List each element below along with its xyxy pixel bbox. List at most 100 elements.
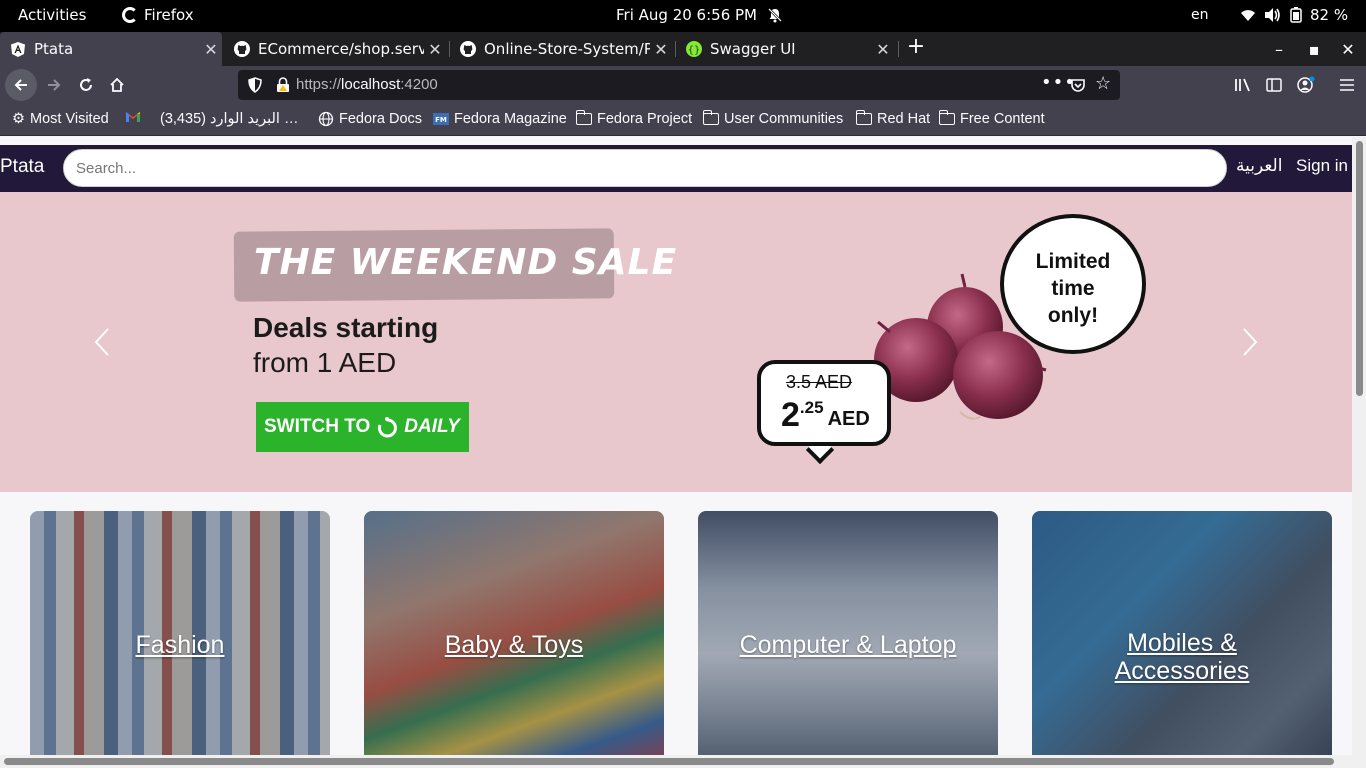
- angular-icon: [10, 41, 26, 57]
- close-tab-icon[interactable]: ✕: [872, 40, 894, 59]
- bookmark-folder-free-content[interactable]: Free Content: [938, 110, 1045, 127]
- keyboard-language[interactable]: en: [1191, 7, 1209, 23]
- close-window-button[interactable]: ✕: [1331, 32, 1365, 66]
- category-label-line: Mobiles &: [1127, 629, 1237, 657]
- bubble-line: Limited: [1035, 250, 1111, 273]
- bookmark-star-icon[interactable]: ☆: [1095, 73, 1111, 94]
- bookmark-fedora-magazine[interactable]: FM Fedora Magazine: [433, 111, 567, 127]
- bookmark-inbox[interactable]: البريد الوارد (3,435) …: [160, 111, 298, 127]
- tab-title: Swagger UI: [710, 40, 796, 58]
- hero-carousel: THE WEEKEND SALE Deals starting from 1 A…: [0, 192, 1352, 492]
- clock[interactable]: Fri Aug 20 6:56 PM: [616, 6, 757, 24]
- bubble-line: time: [1051, 277, 1095, 300]
- new-price: 2 .25 AED: [781, 396, 870, 435]
- tab-ptata[interactable]: Ptata ✕: [0, 32, 222, 66]
- folder-icon: [575, 110, 592, 125]
- new-price-whole: 2: [781, 396, 800, 434]
- github-icon: [460, 41, 476, 57]
- activities-button[interactable]: Activities: [18, 6, 86, 24]
- vertical-scrollbar[interactable]: [1352, 137, 1366, 755]
- switch-to-daily-button[interactable]: SWITCH TO DAILY: [256, 402, 469, 452]
- maximize-window-button[interactable]: ▪: [1297, 32, 1331, 66]
- app-name: Firefox: [144, 6, 194, 24]
- reload-icon: [80, 78, 92, 91]
- search-input[interactable]: [63, 149, 1227, 187]
- tracking-protection-shield-icon[interactable]: [248, 77, 262, 93]
- folder-icon: [702, 110, 719, 125]
- category-card-mobiles-accessories[interactable]: Mobiles & Accessories: [1032, 511, 1332, 755]
- bookmark-folder-red-hat[interactable]: Red Hat: [855, 110, 931, 127]
- app-menu-button[interactable]: [1333, 71, 1361, 99]
- tab-online-store[interactable]: Online-Store-System/Pro ✕: [450, 32, 672, 66]
- library-button[interactable]: [1229, 71, 1257, 99]
- category-card-fashion[interactable]: Fashion: [30, 511, 330, 755]
- bookmark-most-visited[interactable]: ⚙ Most Visited: [12, 111, 109, 127]
- reload-button[interactable]: [72, 71, 100, 99]
- deals-headline: Deals starting: [253, 312, 439, 343]
- bookmark-fedora-docs[interactable]: Fedora Docs: [318, 111, 422, 127]
- bookmark-gmail[interactable]: [125, 111, 141, 123]
- sign-in-link[interactable]: Sign in: [1296, 156, 1348, 176]
- bookmark-label: Most Visited: [30, 111, 109, 127]
- bookmark-folder-fedora-project[interactable]: Fedora Project: [575, 110, 692, 127]
- limited-time-bubble: Limited time only!: [1000, 214, 1146, 354]
- forward-button[interactable]: [40, 71, 68, 99]
- arabic-language-link[interactable]: العربية: [1236, 156, 1282, 176]
- category-card-computer-laptop[interactable]: Computer & Laptop: [698, 511, 998, 755]
- scrollbar-thumb[interactable]: [1356, 141, 1363, 396]
- category-card-baby-toys[interactable]: Baby & Toys: [364, 511, 664, 755]
- gmail-icon: [126, 112, 140, 122]
- url-host: localhost: [341, 76, 401, 93]
- carousel-prev-button[interactable]: [90, 324, 114, 360]
- close-tab-icon[interactable]: ✕: [650, 40, 672, 59]
- horizontal-scrollbar[interactable]: [0, 755, 1366, 768]
- navigation-toolbar: https://localhost:4200 ••• ☆: [0, 66, 1366, 104]
- url-bar[interactable]: https://localhost:4200 ••• ☆: [238, 70, 1120, 100]
- sale-title: THE WEEKEND SALE: [254, 242, 678, 283]
- back-button[interactable]: [5, 69, 37, 101]
- close-tab-icon[interactable]: ✕: [200, 40, 222, 59]
- site-header: Ptata العربية Sign in: [0, 145, 1352, 192]
- new-tab-button[interactable]: +: [904, 36, 928, 60]
- tab-separator: [898, 41, 899, 57]
- tab-title: Ptata: [34, 40, 74, 58]
- url-text[interactable]: https://localhost:4200: [296, 76, 438, 93]
- pocket-icon[interactable]: [1070, 77, 1086, 93]
- tab-ecommerce-shop[interactable]: ECommerce/shop.service ✕: [224, 32, 446, 66]
- home-icon: [110, 77, 124, 92]
- category-label[interactable]: Computer & Laptop: [698, 631, 998, 659]
- sidebar-button[interactable]: [1260, 71, 1288, 99]
- folder-icon: [855, 110, 872, 125]
- carousel-next-button[interactable]: [1238, 324, 1262, 360]
- minimize-window-button[interactable]: –: [1262, 32, 1296, 66]
- account-button[interactable]: [1292, 71, 1320, 99]
- daily-brand-label: DAILY: [404, 416, 460, 437]
- system-tray[interactable]: 82 %: [1240, 6, 1348, 24]
- daily-logo-icon: [378, 417, 398, 438]
- github-icon: [234, 41, 250, 57]
- category-label[interactable]: Baby & Toys: [364, 631, 664, 659]
- category-label[interactable]: Fashion: [30, 631, 330, 659]
- bookmark-label: User Communities: [724, 111, 844, 127]
- tab-swagger-ui[interactable]: {} Swagger UI ✕: [676, 32, 894, 66]
- category-grid: Fashion Baby & Toys Computer & Laptop Mo…: [0, 492, 1352, 755]
- site-brand[interactable]: Ptata: [0, 156, 44, 178]
- category-label[interactable]: Mobiles & Accessories: [1032, 629, 1332, 685]
- url-port: :4200: [400, 76, 438, 93]
- bookmark-folder-user-communities[interactable]: User Communities: [702, 110, 844, 127]
- bookmarks-toolbar: ⚙ Most Visited البريد الوارد (3,435) … F…: [0, 104, 1366, 136]
- fedora-magazine-icon: FM: [433, 113, 449, 125]
- sidebar-icon: [1266, 78, 1282, 92]
- bubble-line: only!: [1047, 304, 1099, 327]
- app-menu[interactable]: Firefox: [122, 6, 194, 24]
- category-label-line: Accessories: [1114, 657, 1250, 685]
- insecure-lock-icon[interactable]: [276, 77, 290, 93]
- close-tab-icon[interactable]: ✕: [424, 40, 446, 59]
- home-button[interactable]: [103, 71, 131, 99]
- gear-icon: ⚙: [12, 111, 25, 127]
- scrollbar-thumb[interactable]: [4, 758, 1334, 765]
- bookmark-label: Red Hat: [877, 111, 931, 127]
- chevron-left-icon: [94, 328, 109, 356]
- chevron-right-icon: [1243, 328, 1258, 356]
- new-price-unit: AED: [827, 408, 870, 430]
